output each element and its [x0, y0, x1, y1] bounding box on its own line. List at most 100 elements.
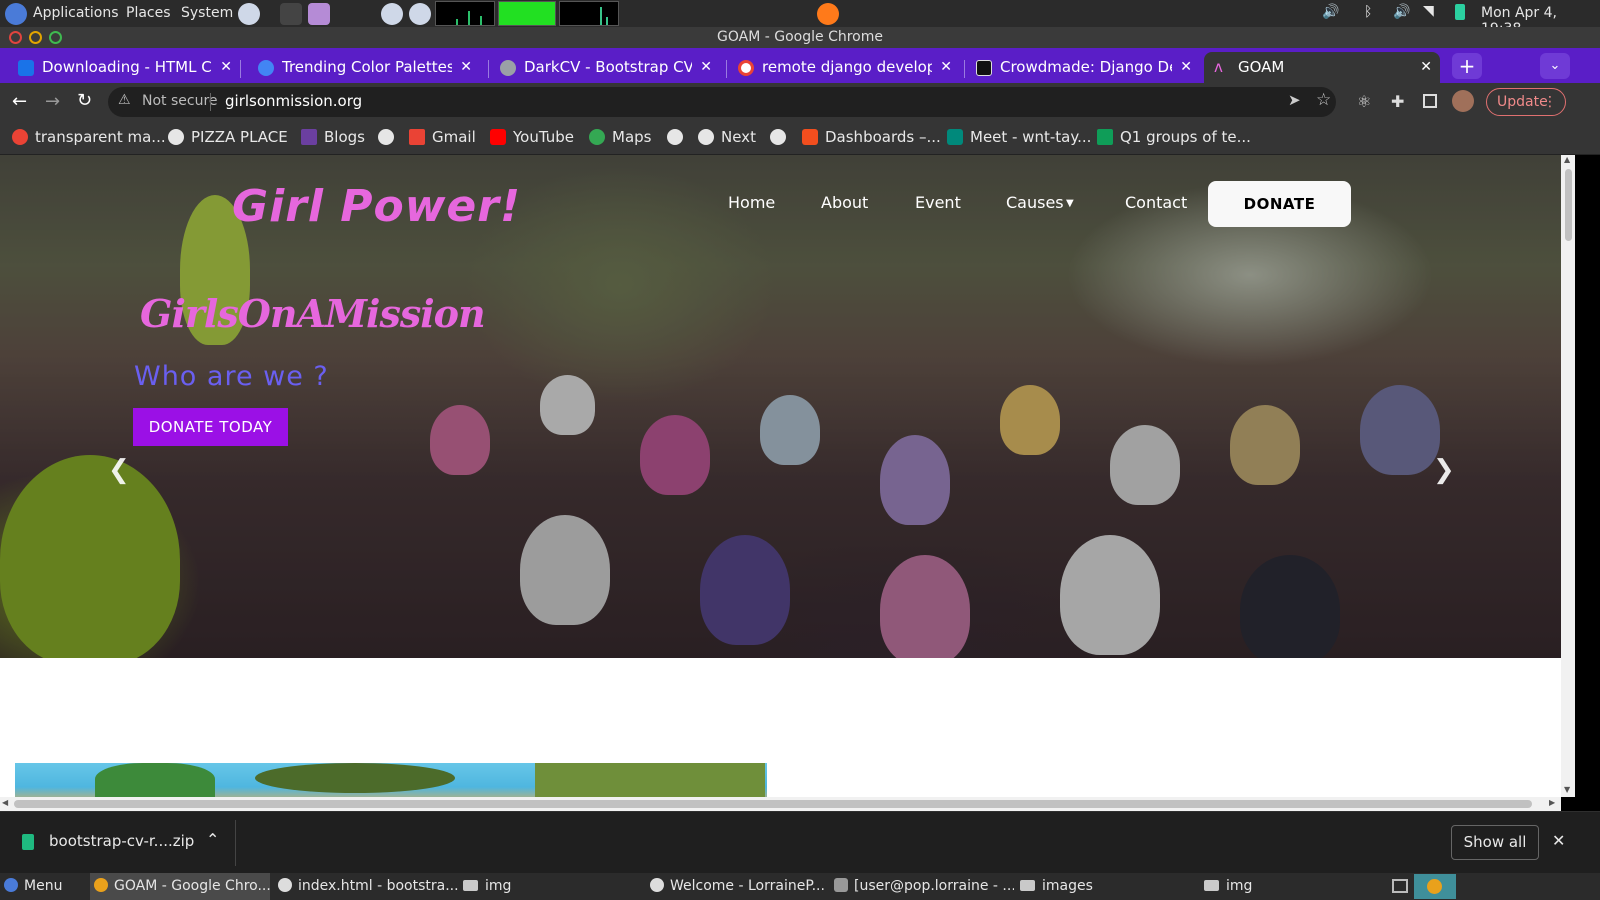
update-button[interactable]: Update ⋮ [1486, 88, 1566, 116]
system-menu[interactable]: System [181, 5, 233, 21]
taskbar-item[interactable]: images [1020, 873, 1190, 900]
system-top-panel: Applications Places System 🔊 ᛒ 🔊 ◥ Mon A… [0, 0, 1600, 37]
close-icon[interactable]: ✕ [1552, 831, 1565, 850]
bookmark-item[interactable] [378, 128, 401, 146]
taskbar-item[interactable]: Welcome - LorraineP... [650, 873, 830, 900]
bookmark-item[interactable] [667, 128, 690, 146]
vertical-scrollbar[interactable]: ▲ ▼ [1561, 155, 1575, 797]
workspace-switcher-icon[interactable] [1392, 879, 1408, 893]
warning-icon[interactable]: ⚠ [118, 92, 131, 108]
donate-today-button[interactable]: DONATE TODAY [133, 408, 288, 446]
caret-down-icon[interactable]: ▼ [1066, 198, 1074, 209]
applications-menu[interactable]: Applications [33, 5, 119, 21]
side-panel-icon[interactable] [1423, 94, 1437, 108]
nav-contact[interactable]: Contact [1125, 193, 1187, 212]
bookmark-item[interactable]: PIZZA PLACE [168, 128, 288, 146]
tab-downloading[interactable]: Downloading - HTML Cod ✕ [8, 52, 240, 83]
nav-home[interactable]: Home [728, 193, 775, 212]
close-tab-icon[interactable]: ✕ [1420, 52, 1432, 83]
cpu-monitor-graph[interactable] [435, 1, 495, 26]
bookmark-maps[interactable]: Maps [589, 128, 651, 146]
scroll-right-icon[interactable]: ▶ [1549, 798, 1555, 807]
tab-search-chevron-icon[interactable]: ⌄ [1540, 53, 1570, 79]
scroll-thumb[interactable] [14, 800, 1532, 808]
kebab-menu-icon[interactable]: ⋮ [1543, 89, 1557, 115]
close-tab-icon[interactable]: ✕ [940, 52, 952, 83]
taskbar-label: img [485, 878, 512, 894]
send-tab-icon[interactable]: ➤ [1288, 91, 1301, 109]
bookmark-item[interactable]: transparent ma... [12, 128, 166, 146]
terminal-icon [834, 878, 848, 892]
places-menu[interactable]: Places [126, 5, 171, 21]
url-text[interactable]: girlsonmission.org [225, 92, 362, 110]
tab-goam[interactable]: ᴧ GOAM ✕ [1204, 52, 1440, 83]
show-all-button[interactable]: Show all [1451, 825, 1539, 860]
close-window-icon[interactable] [9, 31, 22, 44]
carousel-prev-icon[interactable]: ❮ [108, 455, 130, 485]
taskbar-item[interactable]: GOAM - Google Chro... [90, 873, 270, 900]
donate-button[interactable]: DONATE [1208, 181, 1351, 227]
close-tab-icon[interactable]: ✕ [1180, 52, 1192, 83]
chevron-up-icon[interactable]: ⌃ [206, 830, 219, 849]
new-tab-button[interactable]: + [1452, 53, 1482, 79]
avatar[interactable] [1452, 90, 1474, 112]
volume-icon[interactable]: 🔊 [1322, 4, 1339, 20]
bookmark-item[interactable]: Q1 groups of te... [1097, 128, 1251, 146]
battery-icon[interactable] [1455, 4, 1465, 20]
bookmark-meet[interactable]: Meet - wnt-tay... [947, 128, 1091, 146]
scroll-thumb[interactable] [1565, 169, 1572, 241]
download-filename[interactable]: bootstrap-cv-r....zip [49, 832, 194, 850]
firefox-icon[interactable] [817, 3, 839, 25]
site-brand[interactable]: Girl Power! [232, 181, 521, 232]
tab-remote-django[interactable]: remote django developer j ✕ [728, 52, 960, 83]
bookmark-item[interactable]: Dashboards –... [802, 128, 941, 146]
back-icon[interactable]: ← [12, 91, 27, 112]
close-tab-icon[interactable]: ✕ [460, 52, 472, 83]
nav-event[interactable]: Event [915, 193, 961, 212]
network-monitor-graph[interactable] [559, 1, 619, 26]
tab-darkcv[interactable]: DarkCV - Bootstrap CV Re ✕ [490, 52, 720, 83]
forward-icon[interactable]: → [45, 91, 60, 112]
scroll-up-icon[interactable]: ▲ [1564, 155, 1570, 164]
start-menu-button[interactable]: Menu [4, 873, 88, 900]
reload-icon[interactable]: ↻ [77, 90, 92, 111]
terminal-launcher-icon[interactable] [280, 3, 302, 25]
close-tab-icon[interactable]: ✕ [700, 52, 712, 83]
weather-icon[interactable] [238, 3, 260, 25]
bookmark-youtube[interactable]: YouTube [490, 128, 574, 146]
taskbar-label: GOAM - Google Chro... [114, 878, 270, 894]
taskbar-item[interactable]: img [1204, 873, 1374, 900]
bookmark-item[interactable] [770, 128, 793, 146]
bluetooth-icon[interactable]: ᛒ [1364, 4, 1372, 20]
nav-causes[interactable]: Causes [1006, 193, 1064, 212]
tab-trending-color-palettes[interactable]: Trending Color Palettes - ✕ [248, 52, 480, 83]
volume-icon[interactable]: 🔊 [1393, 4, 1410, 20]
bookmark-item[interactable]: Next [698, 128, 756, 146]
tab-crowdmade[interactable]: Crowdmade: Django Deve ✕ [966, 52, 1200, 83]
taskbar-label: index.html - bootstra... [298, 878, 458, 894]
bookmark-item[interactable]: Blogs [301, 128, 365, 146]
address-bar[interactable]: ⚠ Not secure girlsonmission.org ➤ ☆ [108, 87, 1336, 117]
taskbar-item[interactable]: [user@pop.lorraine - ... [834, 873, 1014, 900]
extensions-icon[interactable]: ✚ [1391, 92, 1404, 111]
memory-monitor-graph[interactable] [498, 1, 556, 26]
scroll-down-icon[interactable]: ▼ [1564, 785, 1570, 794]
bookmark-gmail[interactable]: Gmail [409, 128, 476, 146]
text-editor-launcher-icon[interactable] [308, 3, 330, 25]
minimize-window-icon[interactable] [29, 31, 42, 44]
window-titlebar[interactable]: GOAM - Google Chrome [0, 27, 1600, 48]
scroll-left-icon[interactable]: ◀ [2, 798, 8, 807]
tab-label: DarkCV - Bootstrap CV Re [524, 58, 692, 76]
wifi-icon[interactable]: ◥ [1423, 3, 1434, 19]
maximize-window-icon[interactable] [49, 31, 62, 44]
horizontal-scrollbar[interactable]: ◀ ▶ [0, 797, 1561, 811]
react-devtools-icon[interactable]: ⚛ [1357, 92, 1371, 111]
security-label[interactable]: Not secure [142, 93, 218, 109]
close-tab-icon[interactable]: ✕ [220, 52, 232, 83]
distro-logo-icon[interactable] [5, 3, 27, 25]
carousel-next-icon[interactable]: ❯ [1433, 455, 1455, 485]
nav-about[interactable]: About [821, 193, 868, 212]
taskbar-item[interactable]: index.html - bootstra... [278, 873, 458, 900]
taskbar-item[interactable]: img [463, 873, 633, 900]
bookmark-star-icon[interactable]: ☆ [1316, 90, 1331, 110]
